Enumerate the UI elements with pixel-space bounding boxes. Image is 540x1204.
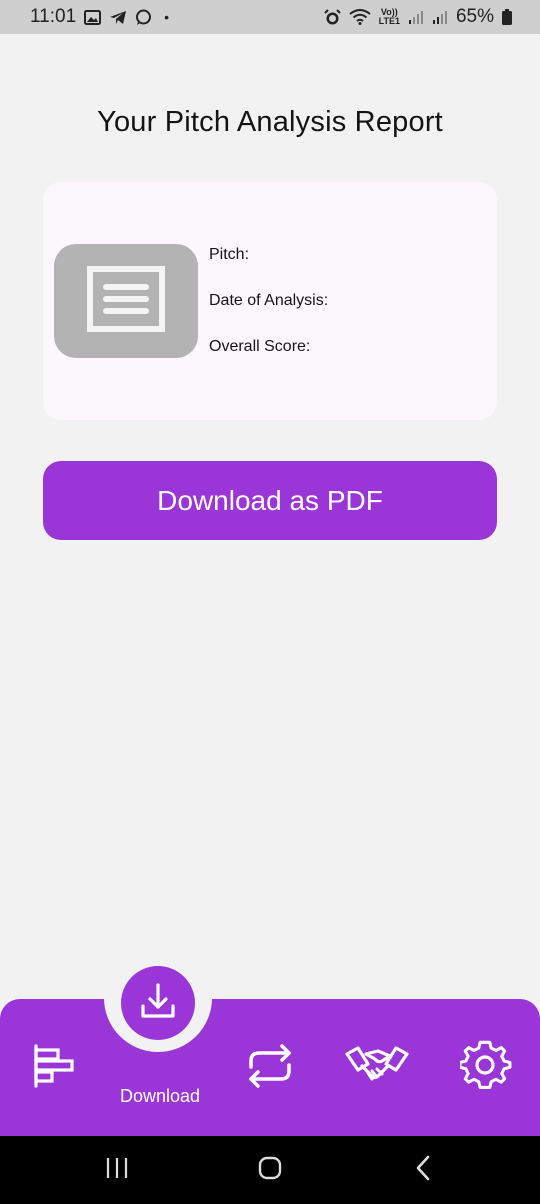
date-of-analysis-label: Date of Analysis: [209,292,329,309]
back-button[interactable] [393,1150,453,1190]
signal-icon [432,9,448,25]
gear-icon [458,1040,512,1097]
status-right: Vo)) LTE1 65% [323,6,512,28]
download-icon [137,980,179,1027]
status-time: 11:01 [30,6,77,27]
download-pdf-button[interactable]: Download as PDF [43,461,497,540]
battery-icon [502,9,512,25]
volte-bottom: LTE1 [378,16,400,26]
recent-apps-button[interactable] [87,1150,147,1190]
page-title: Your Pitch Analysis Report [97,106,443,138]
status-left: 11:01 • [30,6,169,28]
handshake-icon [344,1040,410,1097]
nav-item-download[interactable] [121,966,195,1040]
battery-percent: 65% [455,6,494,27]
nav-label-download[interactable]: Download [100,1086,220,1107]
gallery-icon [84,9,102,25]
whatsapp-icon [135,9,152,26]
notification-dot: • [164,9,170,25]
document-icon [86,265,166,338]
alarm-icon [323,8,341,26]
home-icon [257,1155,283,1186]
nav-item-repeat[interactable] [242,1040,298,1096]
wifi-icon [349,9,371,25]
nav-item-partnerships[interactable] [344,1040,410,1096]
recent-apps-icon [104,1156,130,1185]
nav-item-analytics[interactable] [26,1040,82,1096]
nav-item-settings[interactable] [458,1040,514,1096]
back-icon [413,1154,433,1187]
report-thumbnail [54,244,198,358]
telegram-icon [109,10,127,25]
bar-chart-icon [30,1042,78,1095]
overall-score-label: Overall Score: [209,338,311,355]
report-card: Pitch: Date of Analysis: Overall Score: [43,182,497,420]
home-button[interactable] [240,1150,300,1190]
report-fields: Pitch: Date of Analysis: Overall Score: [209,246,328,384]
repeat-icon [243,1041,297,1096]
system-nav-bar [0,1136,540,1204]
volte-indicator: Vo)) LTE1 [379,8,400,26]
signal-icon [408,9,424,25]
status-bar: 11:01 • Vo)) LTE1 65% [0,0,540,34]
pitch-label: Pitch: [209,246,250,263]
